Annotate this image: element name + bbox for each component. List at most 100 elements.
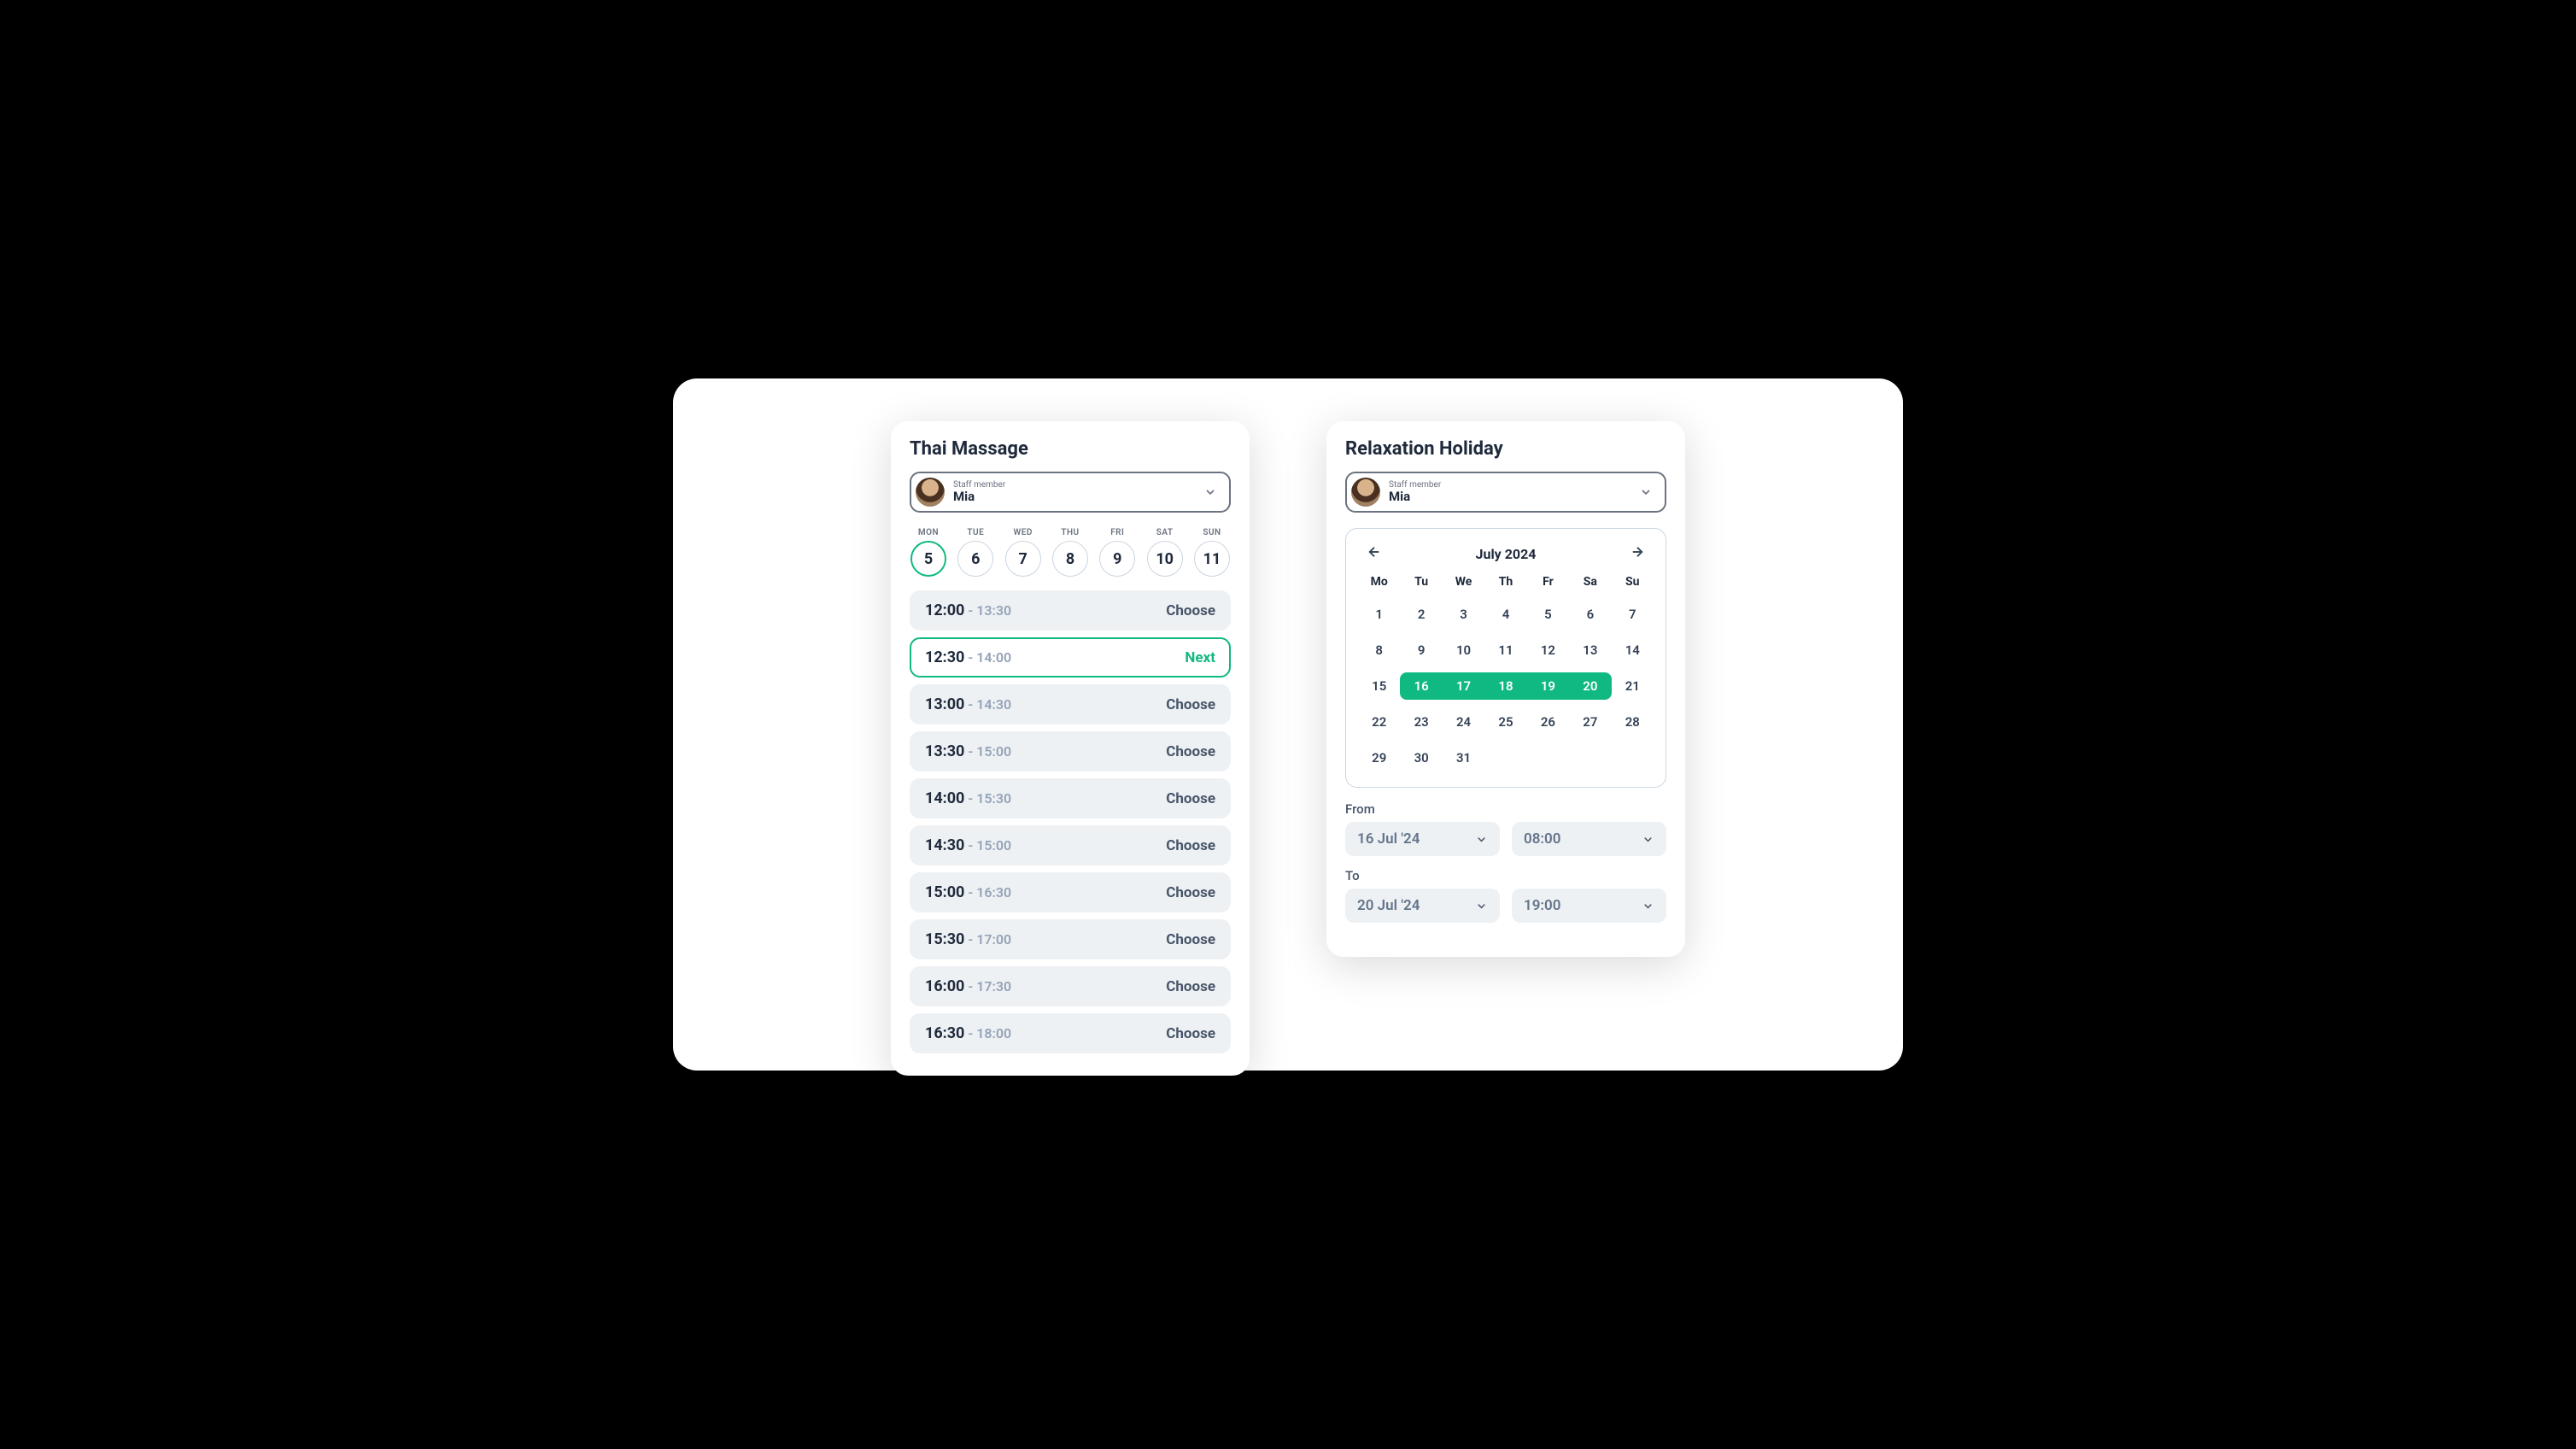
time-slot[interactable]: 14:00 - 15:30 Choose <box>910 778 1231 818</box>
chevron-down-icon <box>1203 485 1217 499</box>
day-selector-row: MON5TUE6WED7THU8FRI9SAT10SUN11 <box>910 528 1231 577</box>
choose-action: Choose <box>1166 790 1215 807</box>
calendar-day[interactable]: 9 <box>1400 637 1442 664</box>
slot-time: 14:30 - 15:00 <box>925 836 1011 854</box>
day-button[interactable]: 10 <box>1147 541 1183 577</box>
time-slot[interactable]: 13:30 - 15:00 Choose <box>910 731 1231 771</box>
calendar-day[interactable]: 18 <box>1484 672 1526 700</box>
day-column: FRI 9 <box>1098 528 1136 577</box>
chevron-down-icon <box>1475 900 1488 912</box>
calendar-day[interactable]: 20 <box>1569 672 1611 700</box>
calendar-prev-icon[interactable] <box>1363 541 1385 566</box>
calendar-dow: Su <box>1612 575 1654 592</box>
calendar-day[interactable]: 12 <box>1527 637 1569 664</box>
booking-card-thai: Thai Massage Staff member Mia MON5TUE6WE… <box>891 421 1250 1076</box>
slot-time: 15:30 - 17:00 <box>925 930 1011 948</box>
slot-time: 12:00 - 13:30 <box>925 601 1011 619</box>
day-abbr: SAT <box>1156 528 1174 537</box>
time-slot[interactable]: 16:00 - 17:30 Choose <box>910 966 1231 1006</box>
slot-time: 12:30 - 14:00 <box>925 648 1011 666</box>
calendar-dow: Fr <box>1527 575 1569 592</box>
time-slot[interactable]: 12:00 - 13:30Choose <box>910 590 1231 631</box>
calendar-day[interactable]: 6 <box>1569 601 1611 628</box>
staff-label: Staff member <box>1389 480 1639 490</box>
calendar-next-icon[interactable] <box>1626 541 1648 566</box>
to-date-value: 20 Jul '24 <box>1357 897 1420 914</box>
calendar-day[interactable]: 23 <box>1400 708 1442 736</box>
slot-time: 15:00 - 16:30 <box>925 883 1011 901</box>
time-slot[interactable]: 15:00 - 16:30 Choose <box>910 872 1231 912</box>
calendar-day[interactable]: 22 <box>1358 708 1400 736</box>
day-column: SUN11 <box>1193 528 1231 577</box>
calendar-day[interactable]: 7 <box>1612 601 1654 628</box>
calendar-day[interactable]: 2 <box>1400 601 1442 628</box>
calendar-day[interactable]: 28 <box>1612 708 1654 736</box>
day-button[interactable]: 6 <box>957 541 993 577</box>
staff-text: Staff member Mia <box>953 480 1203 505</box>
staff-select[interactable]: Staff member Mia <box>910 472 1231 513</box>
calendar-day[interactable]: 17 <box>1443 672 1484 700</box>
calendar-day[interactable]: 10 <box>1443 637 1484 664</box>
day-button[interactable]: 11 <box>1194 541 1230 577</box>
calendar-day[interactable]: 19 <box>1527 672 1569 700</box>
calendar-day[interactable]: 29 <box>1358 744 1400 771</box>
calendar-dow: We <box>1443 575 1484 592</box>
calendar-day <box>1612 744 1654 771</box>
choose-action: Choose <box>1166 743 1215 760</box>
calendar-day[interactable]: 4 <box>1484 601 1526 628</box>
calendar-day[interactable]: 11 <box>1484 637 1526 664</box>
calendar-day[interactable]: 5 <box>1527 601 1569 628</box>
calendar: July 2024 MoTuWeThFrSaSu1234567891011121… <box>1345 528 1666 788</box>
slot-time: 13:30 - 15:00 <box>925 742 1011 760</box>
slot-time: 14:00 - 15:30 <box>925 789 1011 807</box>
calendar-day[interactable]: 25 <box>1484 708 1526 736</box>
from-time-select[interactable]: 08:00 <box>1512 822 1666 856</box>
calendar-day[interactable]: 31 <box>1443 744 1484 771</box>
calendar-day[interactable]: 1 <box>1358 601 1400 628</box>
calendar-day[interactable]: 30 <box>1400 744 1442 771</box>
calendar-dow: Tu <box>1400 575 1442 592</box>
calendar-day[interactable]: 15 <box>1358 672 1400 700</box>
day-button[interactable]: 7 <box>1005 541 1041 577</box>
calendar-day[interactable]: 8 <box>1358 637 1400 664</box>
to-time-select[interactable]: 19:00 <box>1512 889 1666 923</box>
calendar-day[interactable]: 13 <box>1569 637 1611 664</box>
from-label: From <box>1345 801 1666 817</box>
calendar-day[interactable]: 24 <box>1443 708 1484 736</box>
time-slot[interactable]: 15:30 - 17:00 Choose <box>910 919 1231 959</box>
calendar-day[interactable]: 26 <box>1527 708 1569 736</box>
day-column: THU8 <box>1051 528 1089 577</box>
choose-action: Choose <box>1166 696 1215 713</box>
from-date-select[interactable]: 16 Jul '24 <box>1345 822 1500 856</box>
chevron-down-icon <box>1642 900 1654 912</box>
time-slot[interactable]: 13:00 - 14:30Choose <box>910 684 1231 724</box>
day-button[interactable]: 8 <box>1052 541 1088 577</box>
calendar-day[interactable]: 3 <box>1443 601 1484 628</box>
staff-select[interactable]: Staff member Mia <box>1345 472 1666 513</box>
calendar-day[interactable]: 16 <box>1400 672 1442 700</box>
day-button[interactable]: 5 <box>910 541 946 577</box>
calendar-day[interactable]: 21 <box>1612 672 1654 700</box>
time-slot[interactable]: 14:30 - 15:00Choose <box>910 825 1231 865</box>
time-slot[interactable]: 16:30 - 18:00Choose <box>910 1013 1231 1053</box>
card-title: Relaxation Holiday <box>1345 438 1666 460</box>
staff-avatar <box>1351 478 1380 507</box>
choose-action: Choose <box>1166 931 1215 948</box>
chevron-down-icon <box>1642 833 1654 846</box>
choose-action: Choose <box>1166 1025 1215 1042</box>
calendar-day[interactable]: 27 <box>1569 708 1611 736</box>
choose-action: Choose <box>1166 884 1215 901</box>
day-column: MON5 <box>910 528 947 577</box>
slot-time: 16:00 - 17:30 <box>925 977 1011 995</box>
time-slot[interactable]: 12:30 - 14:00Next <box>910 637 1231 678</box>
choose-action: Choose <box>1166 978 1215 995</box>
day-abbr: WED <box>1013 528 1032 537</box>
to-time-value: 19:00 <box>1524 897 1560 914</box>
booking-card-holiday: Relaxation Holiday Staff member Mia July… <box>1326 421 1685 957</box>
slot-list: 12:00 - 13:30Choose12:30 - 14:00Next13:0… <box>910 590 1231 1053</box>
day-abbr: FRI <box>1110 528 1124 537</box>
day-button[interactable]: 9 <box>1099 541 1135 577</box>
calendar-day[interactable]: 14 <box>1612 637 1654 664</box>
from-time-value: 08:00 <box>1524 830 1560 848</box>
to-date-select[interactable]: 20 Jul '24 <box>1345 889 1500 923</box>
